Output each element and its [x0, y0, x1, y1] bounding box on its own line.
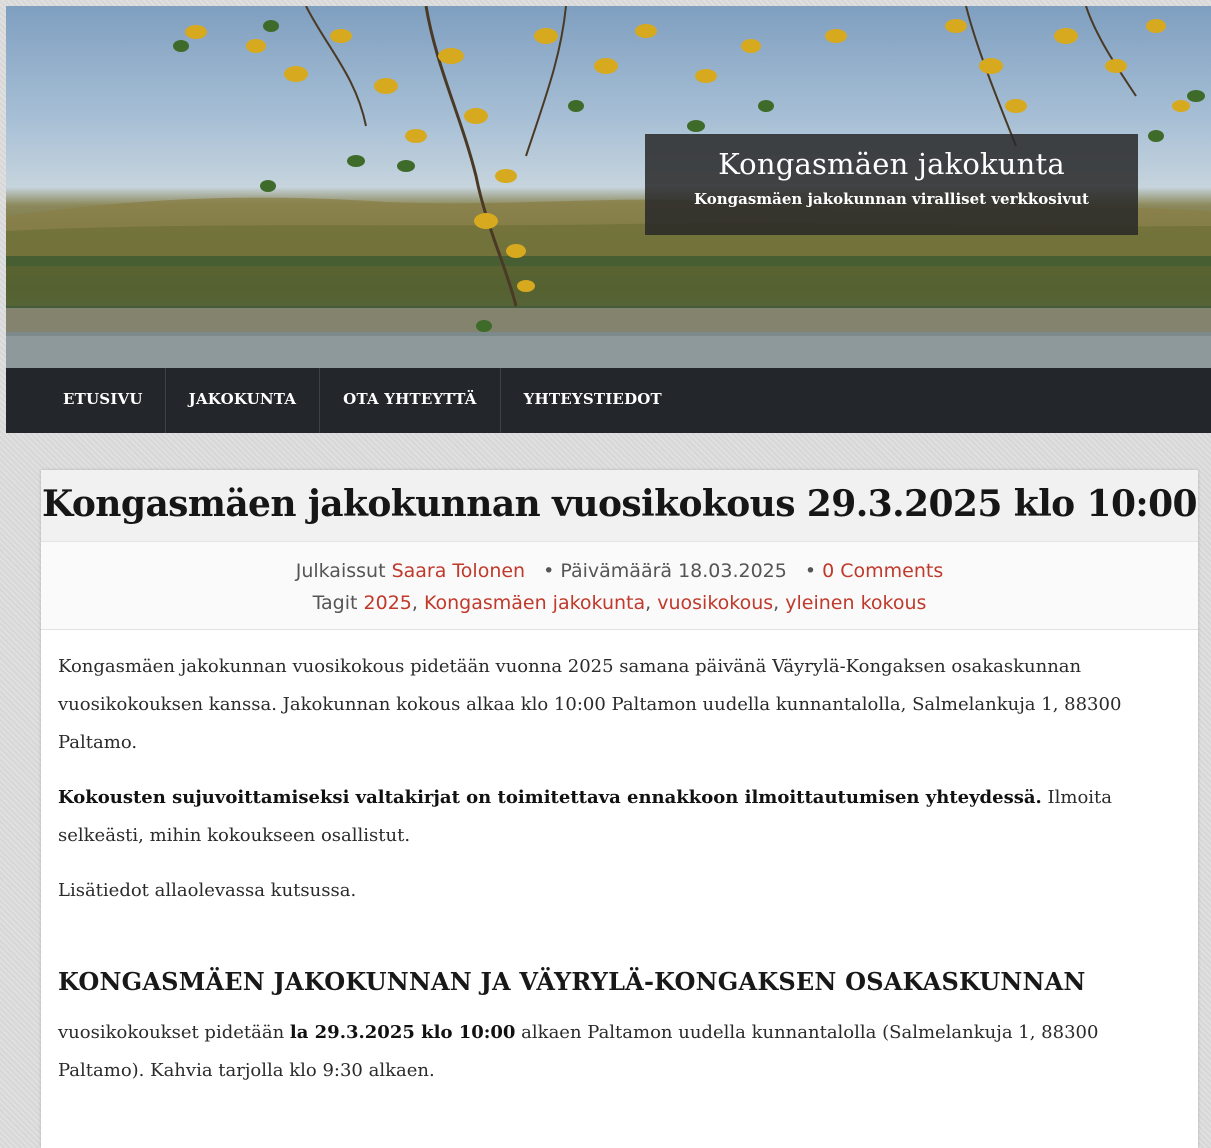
post-date: Päivämäärä 18.03.2025	[560, 560, 787, 582]
paragraph-text: vuosikokoukset pidetään	[58, 1022, 290, 1043]
nav-item-ota-yhteytta[interactable]: OTA YHTEYTTÄ	[320, 368, 501, 433]
site-title[interactable]: Kongasmäen jakokunta	[645, 144, 1138, 184]
tag-link[interactable]: yleinen kokous	[785, 592, 926, 614]
comments-link[interactable]: 0 Comments	[822, 560, 943, 582]
header-banner: Kongasmäen jakokunta Kongasmäen jakokunn…	[6, 6, 1211, 368]
nav-item-jakokunta[interactable]: JAKOKUNTA	[166, 368, 321, 433]
meta-separator: •	[804, 560, 817, 582]
meta-separator: •	[543, 560, 555, 582]
post-paragraph: vuosikokoukset pidetään la 29.3.2025 klo…	[58, 1014, 1181, 1090]
post-header: Kongasmäen jakokunnan vuosikokous 29.3.2…	[41, 470, 1198, 542]
post-title: Kongasmäen jakokunnan vuosikokous 29.3.2…	[41, 483, 1198, 525]
post-paragraph: Kongasmäen jakokunnan vuosikokous pidetä…	[58, 656, 1122, 753]
nav-item-etusivu[interactable]: ETUSIVU	[6, 368, 166, 433]
main-navigation: ETUSIVU JAKOKUNTA OTA YHTEYTTÄ YHTEYSTIE…	[6, 368, 1211, 433]
published-label: Julkaissut	[295, 560, 386, 582]
post-article: Kongasmäen jakokunnan vuosikokous 29.3.2…	[41, 470, 1198, 1148]
post-meta-line: Julkaissut Saara Tolonen • Päivämäärä 18.…	[41, 555, 1198, 587]
post-meta: Julkaissut Saara Tolonen • Päivämäärä 18.…	[41, 542, 1198, 630]
post-content: Kongasmäen jakokunnan vuosikokous pidetä…	[41, 630, 1198, 1090]
site-tagline: Kongasmäen jakokunnan viralliset verkkos…	[694, 190, 1089, 208]
author-link[interactable]: Saara Tolonen	[392, 560, 526, 582]
post-paragraph: Lisätiedot allaolevassa kutsussa.	[58, 880, 357, 901]
site-title-box: Kongasmäen jakokunta Kongasmäen jakokunn…	[645, 134, 1138, 235]
tag-link[interactable]: vuosikokous	[657, 592, 773, 614]
meeting-date: la 29.3.2025 klo 10:00	[289, 1022, 516, 1043]
nav-item-yhteystiedot[interactable]: YHTEYSTIEDOT	[501, 368, 685, 433]
tag-link[interactable]: Kongasmäen jakokunta	[424, 592, 645, 614]
bold-notice: Kokousten sujuvoittamiseksi valtakirjat …	[58, 787, 1042, 808]
post-tags-line: Tagit 2025, Kongasmäen jakokunta, vuosik…	[312, 592, 927, 614]
tag-link[interactable]: 2025	[364, 592, 412, 614]
section-heading: KONGASMÄEN JAKOKUNNAN JA VÄYRYLÄ-KONGAKS…	[58, 967, 1086, 996]
post-paragraph: Kokousten sujuvoittamiseksi valtakirjat …	[58, 779, 1181, 855]
tags-label: Tagit	[312, 592, 358, 614]
